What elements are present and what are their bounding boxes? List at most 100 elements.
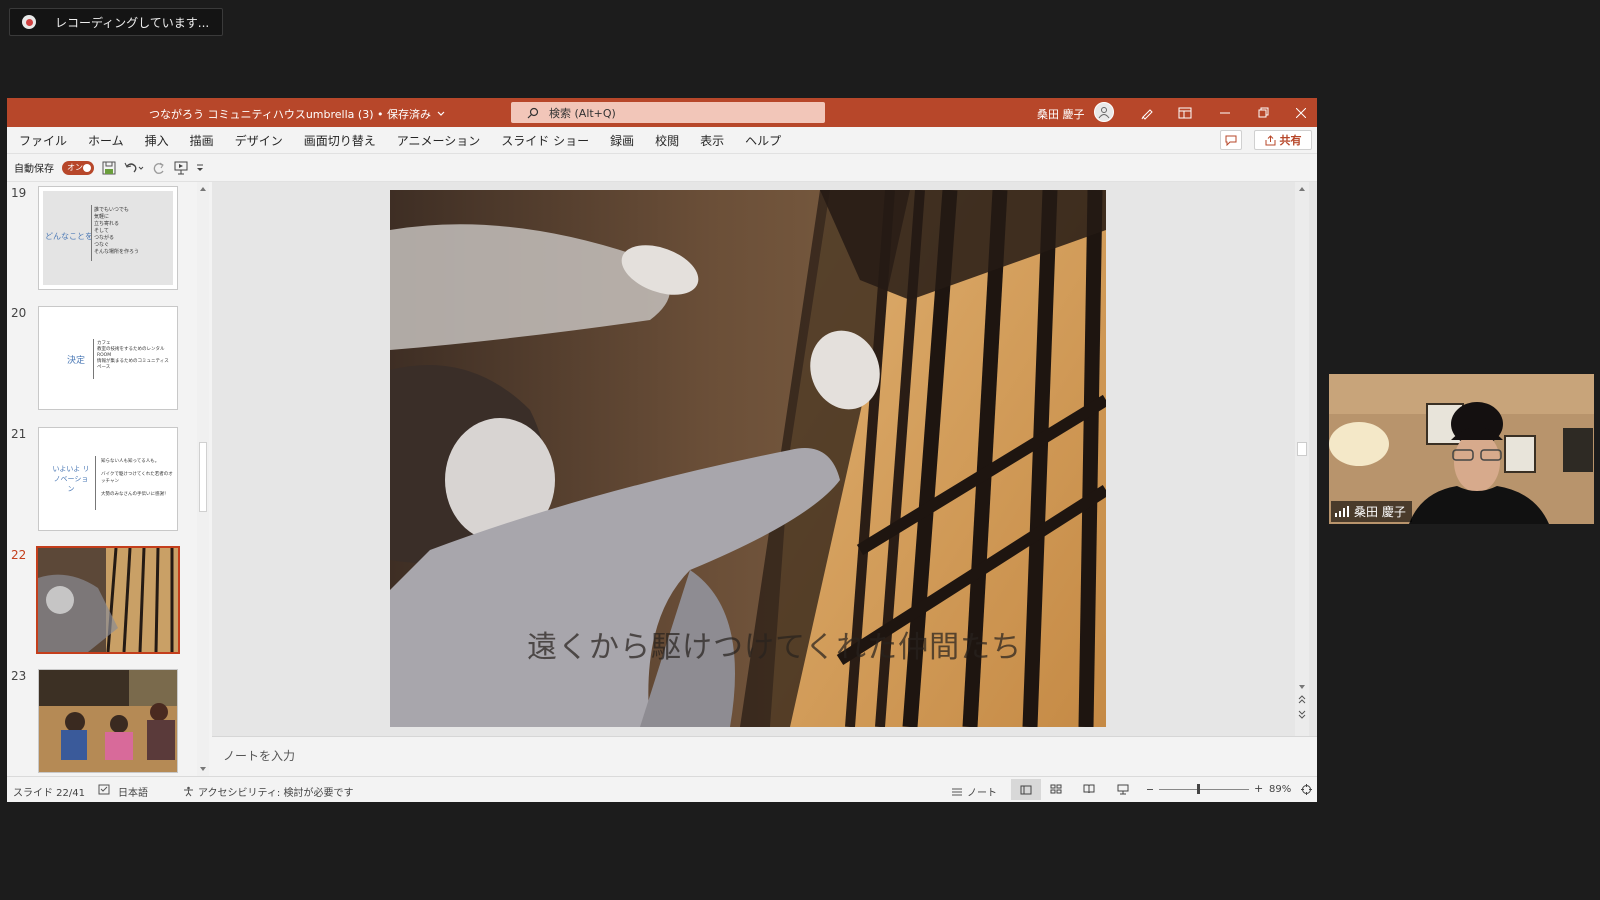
zoom-slider-thumb[interactable] xyxy=(1197,784,1200,794)
avatar[interactable] xyxy=(1094,102,1114,122)
zoom-slider[interactable] xyxy=(1159,789,1249,790)
undo-icon[interactable] xyxy=(124,161,144,175)
comments-button[interactable] xyxy=(1220,130,1242,150)
fit-slide-icon[interactable] xyxy=(1301,784,1312,795)
comment-icon xyxy=(1225,135,1237,146)
menu-view[interactable]: 表示 xyxy=(700,132,724,149)
zoom-out-button[interactable] xyxy=(1147,789,1153,790)
menu-review[interactable]: 校閲 xyxy=(655,132,679,149)
autosave-toggle[interactable]: オン xyxy=(62,160,94,175)
slide-sorter-icon[interactable] xyxy=(1050,784,1062,794)
slide-caption: 遠くから駆けつけてくれた仲間たち xyxy=(527,630,1023,665)
thumbnail-row[interactable]: 22 xyxy=(7,544,197,654)
quick-access-toolbar: 自動保存 オン xyxy=(7,154,1317,182)
slide-thumbnail-19[interactable]: どんなことを 誰でもいつでも 気軽に 立ち寄れる そして つながる つなぐ そんな場所を作ろ… xyxy=(38,186,178,290)
scroll-up-icon[interactable] xyxy=(197,184,209,194)
slide-scrollbar[interactable] xyxy=(1295,182,1309,736)
thumbnail-text: 知らない人も知ってる人も。 バイクで駆けつけてくれた若者のオッチャン 大勢のみなさん… xyxy=(101,459,173,497)
slide-thumbnail-23[interactable] xyxy=(38,669,178,773)
thumbnail-scrollbar[interactable] xyxy=(197,182,209,776)
powerpoint-window: つながろう コミュニティハウスumbrella (3) • 保存済み 検索 (A… xyxy=(7,98,1317,802)
pen-icon[interactable] xyxy=(1129,98,1165,127)
thumbnail-row[interactable]: 23 xyxy=(7,665,197,775)
share-button[interactable]: 共有 xyxy=(1254,130,1312,150)
slide-counter: スライド 22/41 xyxy=(13,788,85,799)
slide-thumbnail-21[interactable]: いよいよ リノベーション 知らない人も知ってる人も。 バイクで駆けつけてくれた若者… xyxy=(38,427,178,531)
workspace: 19 どんなことを 誰でもいつでも 気軽に 立ち寄れる そして つながる つなぐ そんな場所… xyxy=(7,182,1317,776)
normal-view-button[interactable] xyxy=(1011,779,1041,800)
spellcheck-icon[interactable] xyxy=(98,784,110,795)
participant-name: 桑田 慶子 xyxy=(1354,505,1406,519)
chevron-down-icon xyxy=(437,111,445,116)
language-status[interactable]: 日本語 xyxy=(118,784,148,799)
menu-animations[interactable]: アニメーション xyxy=(397,132,481,149)
recording-indicator: レコーディングしています... xyxy=(9,8,223,36)
current-slide[interactable]: 遠くから駆けつけてくれた仲間たち xyxy=(390,190,1106,727)
menu-design[interactable]: デザイン xyxy=(235,132,283,149)
thumbnail-text: 誰でもいつでも 気軽に 立ち寄れる そして つながる つなぐ そんな場所を作ろう xyxy=(94,207,140,255)
slide-thumbnail-20[interactable]: 決定 カフェ 教室の技術をするためのレンタルROOM 情報が集まるためのコミュニティ… xyxy=(38,306,178,410)
thumbnail-number: 21 xyxy=(11,427,27,441)
menu-insert[interactable]: 挿入 xyxy=(145,132,169,149)
menu-home[interactable]: ホーム xyxy=(88,132,124,149)
menu-file[interactable]: ファイル xyxy=(19,132,67,149)
accessibility-icon xyxy=(184,786,193,797)
toggle-knob xyxy=(83,163,91,172)
accessibility-status[interactable]: アクセシビリティ: 検討が必要です xyxy=(183,784,353,799)
user-name[interactable]: 桑田 慶子 xyxy=(1037,106,1085,122)
participant-video[interactable]: 桑田 慶子 xyxy=(1329,374,1594,524)
next-slide-icon[interactable] xyxy=(1295,708,1309,720)
record-icon xyxy=(22,15,36,29)
menu-slideshow[interactable]: スライド ショー xyxy=(501,132,589,149)
notes-pane[interactable]: ノートを入力 xyxy=(212,736,1317,776)
accessibility-text: アクセシビリティ: 検討が必要です xyxy=(198,788,354,799)
slide-editor: 遠くから駆けつけてくれた仲間たち xyxy=(212,182,1317,736)
minimize-icon[interactable] xyxy=(1207,98,1243,127)
thumbnail-title: 決定 xyxy=(67,356,86,366)
thumbnail-row[interactable]: 21 いよいよ リノベーション 知らない人も知ってる人も。 バイクで駆けつけてくれ… xyxy=(7,423,197,533)
signal-strength-icon xyxy=(1335,506,1349,517)
search-placeholder: 検索 (Alt+Q) xyxy=(549,106,616,120)
thumbnail-text: カフェ 教室の技術をするためのレンタルROOM 情報が集まるためのコミュニティスペー… xyxy=(97,341,169,370)
menu-help[interactable]: ヘルプ xyxy=(745,132,781,149)
notes-placeholder: ノートを入力 xyxy=(223,749,296,763)
title-bar: つながろう コミュニティハウスumbrella (3) • 保存済み 検索 (A… xyxy=(7,98,1317,127)
scroll-thumb[interactable] xyxy=(1297,442,1307,456)
thumbnail-row[interactable]: 19 どんなことを 誰でもいつでも 気軽に 立ち寄れる そして つながる つなぐ そんな場所… xyxy=(7,182,197,292)
thumbnail-image xyxy=(39,670,177,772)
notes-label: ノート xyxy=(967,788,997,799)
thumbnail-number: 20 xyxy=(11,306,27,320)
redo-icon[interactable] xyxy=(152,161,166,175)
notes-toggle[interactable]: ノート xyxy=(951,784,997,799)
scroll-thumb[interactable] xyxy=(199,442,207,512)
ribbon-display-icon[interactable] xyxy=(1167,98,1203,127)
thumbnail-pane: 19 どんなことを 誰でもいつでも 気軽に 立ち寄れる そして つながる つなぐ そんな場所… xyxy=(7,182,209,776)
thumbnail-title: どんなことを xyxy=(45,232,93,241)
menu-record[interactable]: 録画 xyxy=(610,132,634,149)
scroll-down-icon[interactable] xyxy=(1295,682,1309,692)
zoom-level[interactable]: 89% xyxy=(1269,784,1291,795)
notes-icon xyxy=(952,788,962,795)
zoom-in-button[interactable]: + xyxy=(1254,782,1263,795)
participant-name-label: 桑田 慶子 xyxy=(1331,501,1412,522)
document-title[interactable]: つながろう コミュニティハウスumbrella (3) • 保存済み xyxy=(149,106,445,122)
slide-thumbnail-22[interactable] xyxy=(36,546,180,654)
scroll-up-icon[interactable] xyxy=(1295,184,1309,194)
scroll-down-icon[interactable] xyxy=(197,764,209,774)
search-input[interactable]: 検索 (Alt+Q) xyxy=(511,102,825,123)
previous-slide-icon[interactable] xyxy=(1295,694,1309,706)
save-icon[interactable] xyxy=(102,161,116,175)
reading-view-icon[interactable] xyxy=(1083,784,1095,794)
customize-toolbar-icon[interactable] xyxy=(196,164,204,172)
menu-bar: ファイル ホーム 挿入 描画 デザイン 画面切り替え アニメーション スライド … xyxy=(7,127,1317,154)
present-from-start-icon[interactable] xyxy=(174,161,188,175)
status-bar: スライド 22/41 日本語 アクセシビリティ: 検討が必要です ノート + 8… xyxy=(7,776,1317,802)
menu-transitions[interactable]: 画面切り替え xyxy=(304,132,376,149)
slideshow-icon[interactable] xyxy=(1117,784,1129,795)
share-label: 共有 xyxy=(1279,134,1302,147)
restore-icon[interactable] xyxy=(1245,98,1281,127)
close-icon[interactable] xyxy=(1283,98,1317,127)
menu-draw[interactable]: 描画 xyxy=(190,132,214,149)
thumbnail-title: いよいよ リノベーション xyxy=(52,465,90,493)
thumbnail-row[interactable]: 20 決定 カフェ 教室の技術をするためのレンタルROOM 情報が集まるためのコミュ… xyxy=(7,302,197,412)
